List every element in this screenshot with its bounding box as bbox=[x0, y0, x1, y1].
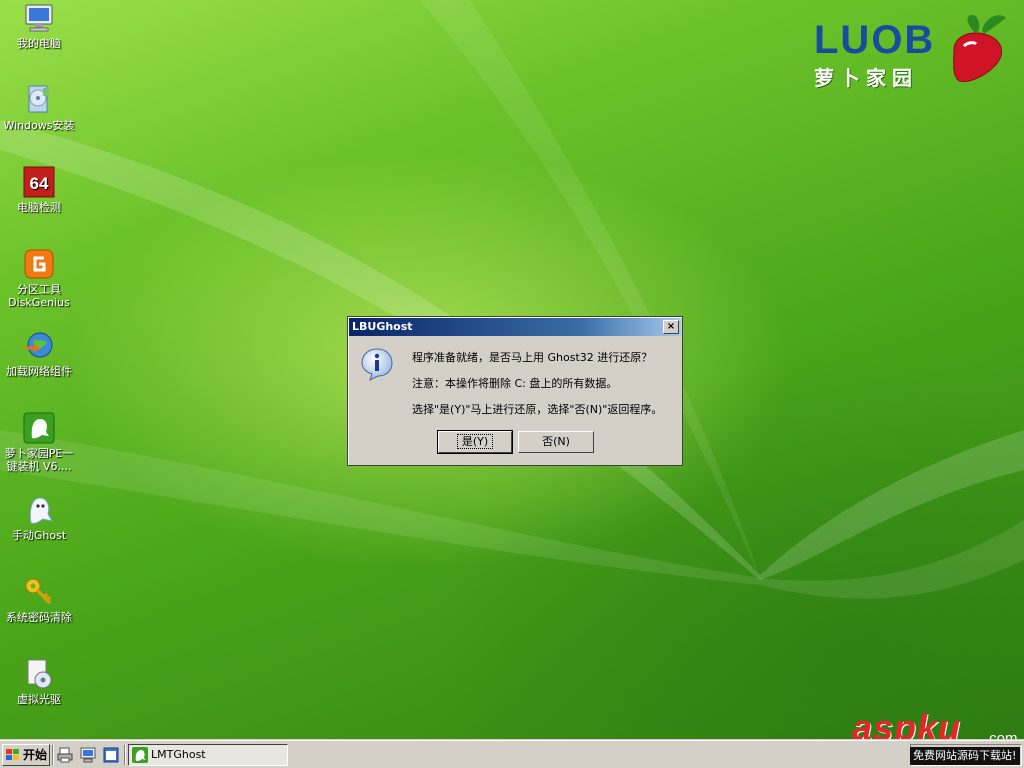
taskbar: 开始 LMTGhost bbox=[0, 740, 1024, 768]
printer-icon[interactable] bbox=[56, 746, 74, 764]
desktop-icon-windows-setup[interactable]: Windows安装 bbox=[0, 84, 78, 132]
desktop-icon-label: 加载网络组件 bbox=[6, 365, 72, 378]
desktop-icon-label-line2: DiskGenius bbox=[8, 296, 70, 309]
luobo-logo: LUOB 萝卜家园 bbox=[806, 10, 1018, 90]
radish-icon bbox=[953, 14, 1006, 82]
close-icon: × bbox=[666, 321, 676, 332]
taskbar-separator bbox=[52, 745, 54, 765]
desktop-icon-label: 萝卜家园PE一 bbox=[4, 447, 74, 460]
desktop-icon-virtual-drive[interactable]: 虚拟光驱 bbox=[0, 658, 78, 706]
desktop-icon-one-key-install[interactable]: 萝卜家园PE一 键装机 V6.... bbox=[0, 412, 78, 473]
lbughost-dialog: LBUGhost × 程序准备就绪，是否马上用 Ghost32 进行还原？ 注意… bbox=[347, 316, 683, 466]
ghost-icon bbox=[29, 497, 53, 524]
windows-logo-icon bbox=[6, 749, 19, 760]
diskgenius-icon bbox=[24, 249, 54, 279]
yes-button[interactable]: 是(Y) bbox=[437, 430, 513, 454]
network-globe-icon bbox=[25, 332, 53, 358]
dialog-message-line1: 程序准备就绪，是否马上用 Ghost32 进行还原？ bbox=[412, 351, 653, 364]
desktop-icon-label: 系统密码清除 bbox=[6, 611, 72, 624]
computer-icon bbox=[25, 4, 53, 32]
key-icon bbox=[25, 578, 52, 605]
ghost-green-icon bbox=[23, 412, 55, 444]
desktop-icon-label: Windows安装 bbox=[3, 119, 75, 132]
windows-setup-icon bbox=[28, 85, 49, 113]
start-button[interactable]: 开始 bbox=[2, 744, 50, 766]
desktop-icon-label: 电脑检测 bbox=[17, 201, 61, 214]
desktop-icon-label: 我的电脑 bbox=[17, 37, 61, 50]
virtual-drive-icon bbox=[27, 659, 52, 689]
dialog-title: LBUGhost bbox=[352, 320, 413, 333]
desktop-icon-label-line2: 键装机 V6.... bbox=[6, 460, 72, 473]
info-icon bbox=[361, 348, 393, 381]
taskbar-task-label: LMTGhost bbox=[151, 748, 206, 761]
no-button[interactable]: 否(N) bbox=[518, 431, 594, 453]
svg-text:64: 64 bbox=[30, 174, 49, 193]
desktop-icon-diskgenius[interactable]: 分区工具 DiskGenius bbox=[0, 248, 78, 309]
logo-text: LUOB bbox=[814, 18, 936, 62]
aspku-watermark-subtitle: 免费网站源码下载站! bbox=[910, 747, 1020, 765]
yes-button-label: 是(Y) bbox=[456, 434, 494, 449]
dialog-message-line2: 注意：本操作将删除 C: 盘上的所有数据。 bbox=[412, 377, 618, 390]
taskbar-separator bbox=[124, 745, 126, 765]
dialog-message-line3: 选择"是(Y)"马上进行还原，选择"否(N)"返回程序。 bbox=[412, 403, 663, 416]
desktop-icon-label: 分区工具 bbox=[17, 283, 61, 296]
desktop-icon-password-clear[interactable]: 系统密码清除 bbox=[0, 576, 78, 624]
close-button[interactable]: × bbox=[663, 320, 679, 334]
desktop-icon-manual-ghost[interactable]: 手动Ghost bbox=[0, 494, 78, 542]
logo-subtitle: 萝卜家园 bbox=[814, 66, 918, 90]
desktop-icon-my-computer[interactable]: 我的电脑 bbox=[0, 2, 78, 50]
desktop-icon-aida64[interactable]: 64 电脑检测 bbox=[0, 166, 78, 214]
taskbar-task-lmtghost[interactable]: LMTGhost bbox=[128, 744, 288, 766]
desktop-icon-label: 手动Ghost bbox=[11, 529, 67, 542]
window-switch-icon[interactable] bbox=[102, 746, 120, 764]
aida64-icon: 64 bbox=[23, 166, 55, 198]
no-button-label: 否(N) bbox=[542, 435, 570, 448]
ghost-green-icon bbox=[132, 747, 148, 763]
desktop-icon-label: 虚拟光驱 bbox=[17, 693, 61, 706]
computer-icon[interactable] bbox=[79, 746, 97, 764]
dialog-title-bar: LBUGhost × bbox=[349, 318, 681, 336]
start-label: 开始 bbox=[23, 748, 48, 762]
desktop-icon-network[interactable]: 加载网络组件 bbox=[0, 330, 78, 378]
